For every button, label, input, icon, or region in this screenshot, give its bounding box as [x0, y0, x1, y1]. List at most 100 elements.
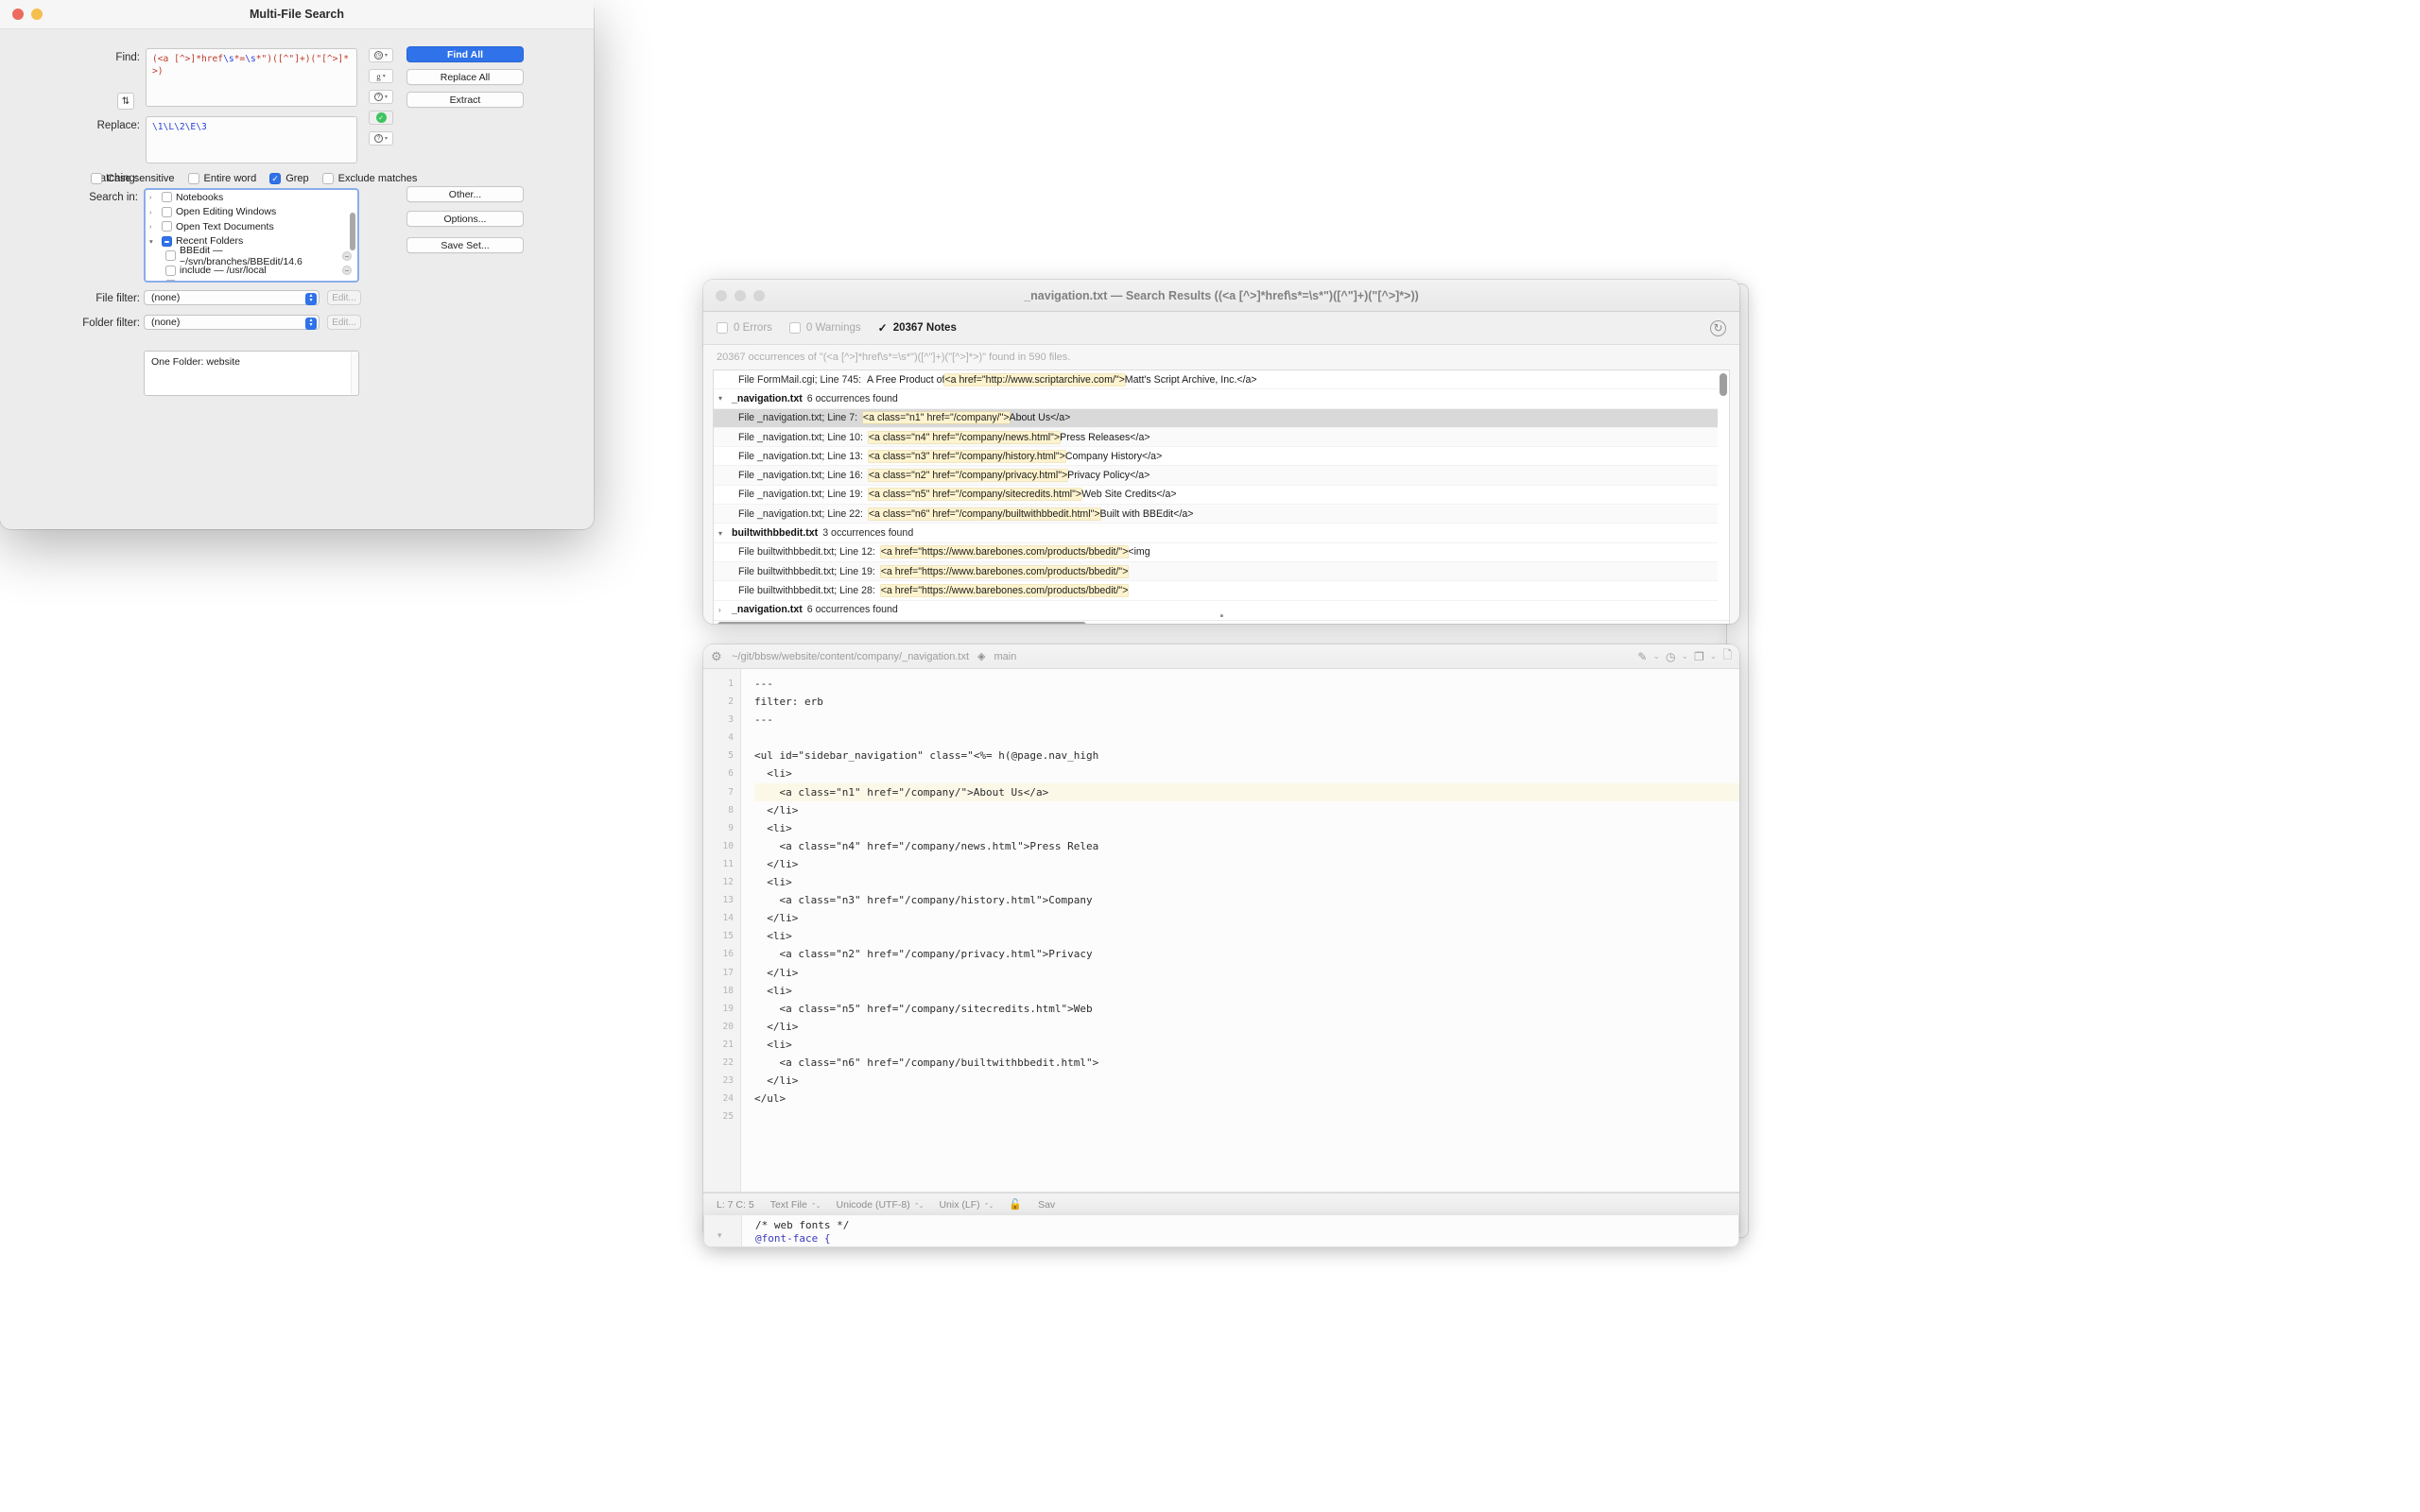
code-line[interactable]: <a class="n2" href="/company/privacy.htm… — [754, 945, 1739, 963]
result-group-header[interactable]: ▾ _navigation.txt 6 occurrences found — [714, 389, 1718, 409]
checkbox[interactable] — [269, 173, 282, 184]
other-button[interactable]: Other... — [406, 186, 524, 202]
chevron-down-icon[interactable]: ⌄ — [1681, 651, 1688, 662]
tree-item[interactable]: BBEdit — ~/svn/branches/BBEdit/14.6 — [146, 245, 357, 267]
code-line[interactable]: </li> — [754, 964, 1739, 982]
table-row[interactable]: File builtwithbbedit.txt; Line 28: <a hr… — [714, 581, 1718, 601]
checkbox[interactable] — [321, 173, 334, 184]
search-results-window[interactable]: _navigation.txt — Search Results ((<a [^… — [703, 280, 1739, 624]
code-line[interactable]: </li> — [754, 1072, 1739, 1090]
editor-toolbar[interactable]: ✎ ⌄ ◷ ⌄ ❐ ⌄ 🗋 — [1637, 646, 1732, 666]
tree-item[interactable]: › Notebooks — [146, 190, 357, 205]
close-button[interactable] — [12, 9, 24, 20]
editor-text-area[interactable]: 1 2 3 4 5 6 7 8 9 10 11 12 13 14 15 16 17 18 19 20 21 22 23 24 2… — [703, 669, 1739, 1215]
disclosure-triangle-icon[interactable]: › — [149, 222, 158, 231]
swap-find-replace-button[interactable]: ⇅ — [117, 93, 134, 110]
code-line[interactable]: </li> — [754, 801, 1739, 819]
errors-filter[interactable]: 0 Errors — [717, 322, 772, 334]
code-line[interactable]: <li> — [754, 927, 1739, 945]
secondary-action-buttons[interactable]: Other... Options... Save Set... — [406, 186, 524, 262]
find-help-button[interactable]: ? ▾ — [369, 90, 393, 104]
editor-window[interactable]: ⚙ ~/git/bbsw/website/content/company/_na… — [703, 644, 1739, 1240]
search-results-list[interactable]: File FormMail.cgi; Line 745: A Free Prod… — [713, 369, 1730, 624]
table-row[interactable]: File _navigation.txt; Line 16: <a class=… — [714, 466, 1718, 486]
code-line[interactable]: <li> — [754, 1036, 1739, 1054]
code-line[interactable]: <li> — [754, 873, 1739, 891]
code-line[interactable]: <li> — [754, 765, 1739, 782]
find-input[interactable]: (<a [^>]*href\s*=\s*")([^"]+)("[^>]*>) — [146, 48, 357, 107]
disclosure-triangle-icon[interactable]: ▾ — [718, 529, 727, 538]
checkbox[interactable] — [162, 192, 172, 203]
dialog-titlebar[interactable]: Multi-File Search — [0, 0, 594, 29]
code-line[interactable]: </ul> — [754, 1090, 1739, 1108]
collapse-triangle-icon[interactable]: ▾ — [717, 1230, 722, 1241]
checkbox[interactable] — [187, 173, 199, 184]
tree-item[interactable]: LSPTest — ~/Desktop — [146, 278, 357, 281]
file-filter-select[interactable]: (none) ▴ ▾ — [144, 290, 320, 305]
disclosure-triangle-icon[interactable]: › — [718, 606, 727, 614]
page-icon[interactable]: 🗋 — [1722, 646, 1732, 666]
chevron-down-icon[interactable]: ⌄ — [1652, 651, 1660, 662]
code-line[interactable] — [754, 1108, 1739, 1125]
file-filter-edit-button[interactable]: Edit... — [327, 290, 361, 305]
warnings-filter[interactable]: 0 Warnings — [788, 322, 861, 334]
disclosure-triangle-icon[interactable]: ▾ — [718, 394, 727, 403]
result-group-header[interactable]: ▾ builtwithbbedit.txt 3 occurrences found — [714, 524, 1718, 543]
search-in-tree[interactable]: › Notebooks › Open Editing Windows › Open Tex… — [144, 188, 359, 283]
find-all-button[interactable]: Find All — [406, 46, 524, 62]
table-row[interactable]: File FormMail.cgi; Line 745: A Free Prod… — [714, 370, 1718, 390]
documents-icon[interactable]: ❐ — [1694, 650, 1704, 663]
folder-filter-select[interactable]: (none) ▴ ▾ — [144, 315, 320, 330]
code-line[interactable]: --- — [754, 675, 1739, 693]
warnings-checkbox[interactable] — [788, 322, 801, 334]
clock-icon[interactable]: ◷ — [1666, 650, 1675, 663]
checkbox[interactable] — [165, 250, 176, 262]
window-resize-grip[interactable]: ▪ — [1220, 610, 1224, 622]
replace-help-button[interactable]: ? ▾ — [369, 131, 393, 146]
checkbox[interactable] — [165, 280, 176, 281]
code-line[interactable]: </li> — [754, 909, 1739, 927]
code-line[interactable] — [754, 729, 1739, 747]
search-option-buttons[interactable]: ◷ ▾ g ▾ ? ▾ ✓ ? ▾ — [369, 48, 393, 152]
code-line[interactable]: </li> — [754, 1018, 1739, 1036]
line-endings-popup[interactable]: Unix (LF) — [939, 1199, 993, 1211]
table-row[interactable]: File builtwithbbedit.txt; Line 19: <a hr… — [714, 561, 1718, 582]
remove-icon[interactable] — [342, 280, 352, 281]
gear-icon[interactable]: ⚙ — [711, 650, 723, 662]
search-results-titlebar[interactable]: _navigation.txt — Search Results ((<a [^… — [703, 280, 1739, 312]
table-row[interactable]: File _navigation.txt; Line 22: <a class=… — [714, 505, 1718, 524]
code-line[interactable]: <a class="n3" href="/company/history.htm… — [754, 891, 1739, 909]
disclosure-triangle-icon[interactable]: › — [149, 208, 158, 216]
disclosure-triangle-icon[interactable]: › — [149, 193, 158, 201]
results-vertical-scrollbar[interactable] — [1720, 373, 1727, 624]
window-controls[interactable] — [703, 289, 765, 301]
table-row[interactable]: File _navigation.txt; Line 10: <a class=… — [714, 427, 1718, 448]
checkbox[interactable] — [162, 235, 172, 247]
close-button[interactable] — [716, 289, 727, 301]
tree-vscroll-thumb[interactable] — [350, 213, 355, 250]
dialog-window-controls[interactable] — [0, 9, 43, 20]
code-line[interactable]: <a class="n4" href="/company/news.html">… — [754, 837, 1739, 855]
replace-all-button[interactable]: Replace All — [406, 69, 524, 85]
options-button[interactable]: Options... — [406, 211, 524, 227]
minimize-button[interactable] — [735, 289, 746, 301]
checkbox[interactable] — [91, 173, 102, 184]
table-row[interactable]: File builtwithbbedit.txt; Line 12: <a hr… — [714, 543, 1718, 562]
code-line[interactable]: <ul id="sidebar_navigation" class="<%= h… — [754, 747, 1739, 765]
grep-patterns-button[interactable]: g ▾ — [369, 69, 393, 83]
code-line[interactable]: <li> — [754, 982, 1739, 1000]
table-row[interactable]: File _navigation.txt; Line 7: <a class="… — [714, 408, 1718, 428]
encoding-popup[interactable]: Unicode (UTF-8) — [837, 1199, 924, 1211]
unlocked-icon[interactable]: 🔓 — [1009, 1198, 1022, 1211]
notes-filter[interactable]: ✓ 20367 Notes — [878, 322, 957, 334]
matching-option[interactable]: Exclude matches — [321, 173, 417, 184]
code-line[interactable]: <a class="n5" href="/company/sitecredits… — [754, 1000, 1739, 1018]
notes-checkbox[interactable]: ✓ — [878, 322, 888, 334]
matching-option[interactable]: Entire word — [187, 173, 256, 184]
tree-vertical-scrollbar[interactable] — [350, 213, 355, 275]
second-document-pane[interactable]: ▾ /* web fonts */ @font-face { — [703, 1215, 1739, 1247]
pencil-icon[interactable]: ✎ — [1637, 650, 1647, 663]
primary-action-buttons[interactable]: Find All Replace All Extract — [406, 46, 524, 114]
disclosure-triangle-icon[interactable]: ▾ — [149, 237, 158, 246]
result-group-header[interactable]: › _navigation.txt 6 occurrences found — [714, 600, 1718, 618]
